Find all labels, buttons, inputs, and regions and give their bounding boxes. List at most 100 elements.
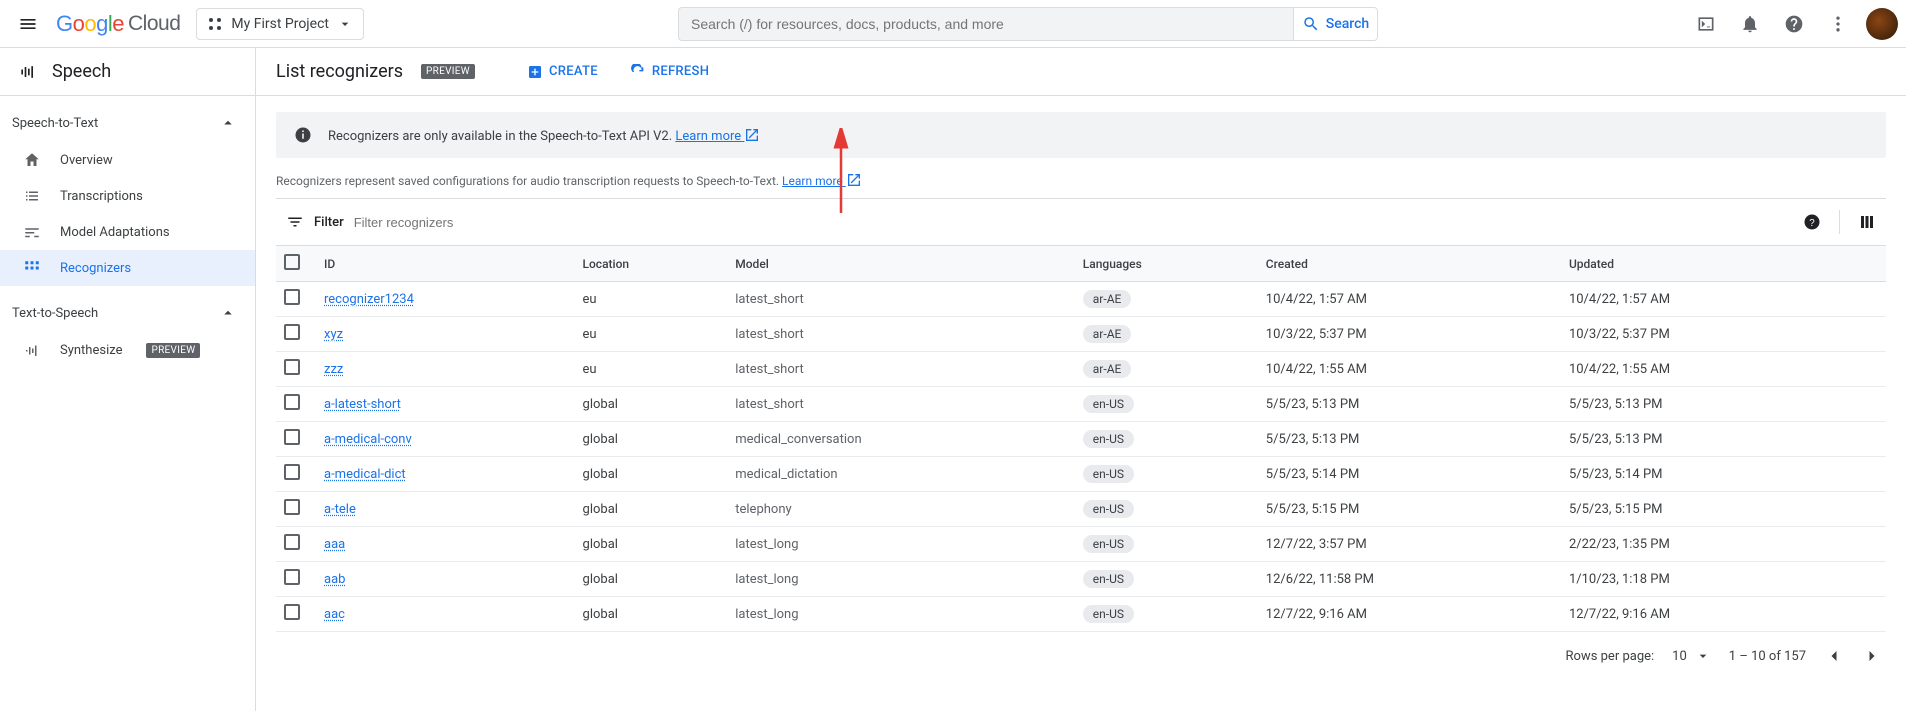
cell-location: global: [575, 527, 728, 562]
account-avatar[interactable]: [1866, 8, 1898, 40]
page-title: List recognizers: [276, 61, 403, 82]
cell-location: global: [575, 492, 728, 527]
open-in-new-icon: [744, 127, 760, 143]
grid-icon: [22, 259, 42, 277]
row-checkbox[interactable]: [284, 394, 300, 410]
help-icon: [1784, 14, 1804, 34]
recognizer-id-link[interactable]: zzz: [324, 362, 343, 377]
more-button[interactable]: [1818, 4, 1858, 44]
cell-model: latest_long: [727, 597, 1075, 632]
desc-learn-more-link[interactable]: Learn more: [782, 174, 862, 188]
language-chip: en-US: [1083, 395, 1134, 413]
recognizer-id-link[interactable]: aab: [324, 572, 345, 587]
columns-icon[interactable]: [1858, 213, 1876, 231]
cell-model: latest_long: [727, 562, 1075, 597]
speech-icon: [18, 62, 38, 82]
recognizer-id-link[interactable]: a-latest-short: [324, 397, 401, 412]
project-selector[interactable]: My First Project: [196, 8, 364, 40]
sidebar-section-tts[interactable]: Text-to-Speech: [0, 294, 255, 332]
row-checkbox[interactable]: [284, 534, 300, 550]
search-input[interactable]: [679, 16, 1293, 32]
language-chip: en-US: [1083, 465, 1134, 483]
sidebar-product-header[interactable]: Speech: [0, 48, 255, 96]
cell-location: global: [575, 562, 728, 597]
chevron-up-icon: [219, 114, 237, 132]
cell-model: latest_short: [727, 387, 1075, 422]
row-checkbox[interactable]: [284, 289, 300, 305]
row-checkbox[interactable]: [284, 429, 300, 445]
banner-learn-more-link[interactable]: Learn more: [675, 129, 760, 144]
recognizer-id-link[interactable]: a-medical-conv: [324, 432, 412, 447]
nav-menu-button[interactable]: [8, 4, 48, 44]
rows-per-page-select[interactable]: 10: [1672, 648, 1711, 664]
bell-icon: [1740, 14, 1760, 34]
row-checkbox[interactable]: [284, 324, 300, 340]
recognizer-id-link[interactable]: aac: [324, 607, 345, 622]
cell-created: 12/6/22, 11:58 PM: [1258, 562, 1561, 597]
language-chip: ar-AE: [1083, 360, 1132, 378]
cell-location: global: [575, 422, 728, 457]
rows-per-page-label: Rows per page:: [1566, 649, 1655, 664]
help-button[interactable]: [1774, 4, 1814, 44]
language-chip: en-US: [1083, 535, 1134, 553]
cell-updated: 10/4/22, 1:57 AM: [1561, 282, 1847, 317]
home-icon: [22, 151, 42, 169]
recognizer-id-link[interactable]: recognizer1234: [324, 292, 414, 307]
search-icon: [1302, 15, 1320, 33]
sidebar-item-overview[interactable]: Overview: [0, 142, 255, 178]
hamburger-icon: [18, 14, 38, 34]
cell-created: 5/5/23, 5:13 PM: [1258, 422, 1561, 457]
create-button[interactable]: CREATE: [527, 64, 598, 80]
cell-location: eu: [575, 352, 728, 387]
recognizer-id-link[interactable]: xyz: [324, 327, 343, 342]
chevron-up-icon: [219, 304, 237, 322]
sidebar-item-synthesize[interactable]: Synthesize PREVIEW: [0, 332, 255, 368]
language-chip: en-US: [1083, 500, 1134, 518]
cell-created: 12/7/22, 9:16 AM: [1258, 597, 1561, 632]
next-page-button[interactable]: [1862, 646, 1882, 666]
cell-updated: 5/5/23, 5:13 PM: [1561, 387, 1847, 422]
row-checkbox[interactable]: [284, 604, 300, 620]
search-button[interactable]: Search: [1293, 8, 1377, 40]
content-header: List recognizers PREVIEW CREATE REFRESH: [256, 48, 1906, 96]
help-filled-icon[interactable]: ?: [1803, 213, 1821, 231]
project-name: My First Project: [231, 16, 329, 32]
col-location[interactable]: Location: [575, 246, 728, 282]
search-box[interactable]: Search: [678, 7, 1378, 41]
recognizer-id-link[interactable]: a-tele: [324, 502, 356, 517]
cell-updated: 12/7/22, 9:16 AM: [1561, 597, 1847, 632]
row-checkbox[interactable]: [284, 464, 300, 480]
preview-badge: PREVIEW: [146, 343, 200, 358]
row-checkbox[interactable]: [284, 499, 300, 515]
cloud-shell-button[interactable]: [1686, 4, 1726, 44]
col-languages[interactable]: Languages: [1075, 246, 1258, 282]
sidebar: Speech Speech-to-Text Overview Transcrip…: [0, 48, 256, 711]
cell-model: medical_dictation: [727, 457, 1075, 492]
col-id[interactable]: ID: [316, 246, 575, 282]
sidebar-item-recognizers[interactable]: Recognizers: [0, 250, 255, 286]
google-cloud-logo[interactable]: Google Cloud: [56, 11, 180, 37]
filter-input[interactable]: [354, 215, 1793, 230]
col-created[interactable]: Created: [1258, 246, 1561, 282]
sidebar-item-transcriptions[interactable]: Transcriptions: [0, 178, 255, 214]
prev-page-button[interactable]: [1824, 646, 1844, 666]
row-checkbox[interactable]: [284, 569, 300, 585]
table-row: aabgloballatest_longen-US12/6/22, 11:58 …: [276, 562, 1886, 597]
select-all-checkbox[interactable]: [284, 254, 300, 270]
col-updated[interactable]: Updated: [1561, 246, 1847, 282]
recognizer-id-link[interactable]: aaa: [324, 537, 345, 552]
sidebar-section-stt[interactable]: Speech-to-Text: [0, 104, 255, 142]
notifications-button[interactable]: [1730, 4, 1770, 44]
table-row: recognizer1234eulatest_shortar-AE10/4/22…: [276, 282, 1886, 317]
sidebar-item-model-adaptations[interactable]: Model Adaptations: [0, 214, 255, 250]
recognizer-id-link[interactable]: a-medical-dict: [324, 467, 406, 482]
col-model[interactable]: Model: [727, 246, 1075, 282]
cell-created: 10/4/22, 1:55 AM: [1258, 352, 1561, 387]
cell-location: global: [575, 597, 728, 632]
preview-badge: PREVIEW: [421, 64, 475, 79]
table-row: zzzeulatest_shortar-AE10/4/22, 1:55 AM10…: [276, 352, 1886, 387]
row-checkbox[interactable]: [284, 359, 300, 375]
refresh-button[interactable]: REFRESH: [630, 64, 709, 80]
terminal-icon: [1696, 14, 1716, 34]
svg-text:?: ?: [1809, 218, 1815, 229]
